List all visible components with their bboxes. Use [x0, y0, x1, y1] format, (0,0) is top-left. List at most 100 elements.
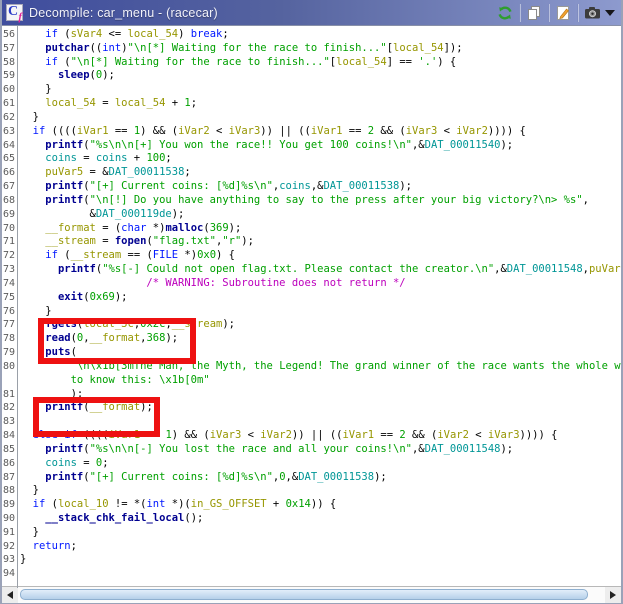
decompiler-code-panel: 56 if (sVar4 <= local_54) break;57 putch…	[2, 26, 621, 588]
line-number: 57	[2, 42, 17, 56]
line-number: 90	[2, 512, 17, 526]
line-number	[2, 374, 17, 388]
line-number: 75	[2, 291, 17, 305]
line-number: 82	[2, 401, 17, 415]
code-line[interactable]: 92 return;	[2, 540, 621, 554]
line-number: 76	[2, 305, 17, 319]
code-line[interactable]: 56 if (sVar4 <= local_54) break;	[2, 28, 621, 42]
snapshot-menu-button[interactable]	[603, 3, 617, 23]
code-line[interactable]: 68 printf("\n[!] Do you have anything to…	[2, 194, 621, 208]
line-number: 88	[2, 484, 17, 498]
copy-icon	[526, 5, 542, 21]
code-line[interactable]: 71 __stream = fopen("flag.txt","r");	[2, 235, 621, 249]
code-line[interactable]: 84 else if ((((iVar1 == 1) && (iVar3 < i…	[2, 429, 621, 443]
code-line[interactable]: 72 if (__stream == (FILE *)0x0) {	[2, 249, 621, 263]
camera-icon	[584, 5, 601, 21]
code-line[interactable]: 87 printf("[+] Current coins: [%d]%s\n",…	[2, 471, 621, 485]
line-number: 65	[2, 152, 17, 166]
toolbar-separator	[577, 4, 578, 22]
code-line[interactable]: 90 __stack_chk_fail_local();	[2, 512, 621, 526]
refresh-button[interactable]	[494, 3, 516, 23]
toolbar-separator	[548, 4, 549, 22]
line-number: 85	[2, 443, 17, 457]
code-line[interactable]: to know this: \x1b[0m"	[2, 374, 621, 388]
code-line[interactable]: 60 }	[2, 83, 621, 97]
code-line[interactable]: 78 read(0,__format,368);	[2, 332, 621, 346]
edit-icon	[555, 5, 571, 21]
line-number: 72	[2, 249, 17, 263]
line-number: 66	[2, 166, 17, 180]
code-line[interactable]: 89 if (local_10 != *(int *)(in_GS_OFFSET…	[2, 498, 621, 512]
code-line[interactable]: 79 puts(	[2, 346, 621, 360]
copy-button[interactable]	[523, 3, 545, 23]
code-line[interactable]: 82 printf(__format);	[2, 401, 621, 415]
line-number: 86	[2, 457, 17, 471]
code-line[interactable]: 74 /* WARNING: Subroutine does not retur…	[2, 277, 621, 291]
line-number: 83	[2, 415, 17, 429]
code-line[interactable]: 57 putchar((int)"\n[*] Waiting for the r…	[2, 42, 621, 56]
menu-caret-icon	[605, 10, 615, 16]
code-line[interactable]: 63 if ((((iVar1 == 1) && (iVar2 < iVar3)…	[2, 125, 621, 139]
scroll-left-icon	[7, 591, 13, 599]
decompile-window: Cf Decompile: car_menu - (racecar)	[0, 0, 623, 604]
code-line[interactable]: 61 local_54 = local_54 + 1;	[2, 97, 621, 111]
code-line[interactable]: 88 }	[2, 484, 621, 498]
line-number: 58	[2, 56, 17, 70]
line-number: 64	[2, 139, 17, 153]
code-line[interactable]: 76 }	[2, 305, 621, 319]
code-line[interactable]: 75 exit(0x69);	[2, 291, 621, 305]
scroll-right-icon	[610, 591, 616, 599]
code-line[interactable]: 58 if ("\n[*] Waiting for the race to fi…	[2, 56, 621, 70]
decompiler-icon: Cf	[6, 4, 23, 21]
line-number: 84	[2, 429, 17, 443]
scroll-left-button[interactable]	[2, 587, 18, 603]
code-line[interactable]: 91 }	[2, 526, 621, 540]
code-line[interactable]: 67 printf("[+] Current coins: [%d]%s\n",…	[2, 180, 621, 194]
line-number: 77	[2, 318, 17, 332]
line-number: 89	[2, 498, 17, 512]
code-line[interactable]: 70 __format = (char *)malloc(369);	[2, 222, 621, 236]
line-number: 60	[2, 83, 17, 97]
line-number: 63	[2, 125, 17, 139]
title-bar[interactable]: Cf Decompile: car_menu - (racecar)	[2, 0, 621, 26]
line-number: 73	[2, 263, 17, 277]
scrollbar-track[interactable]	[18, 587, 605, 603]
code-line[interactable]: 62 }	[2, 111, 621, 125]
code-line[interactable]: 83 }	[2, 415, 621, 429]
line-number: 67	[2, 180, 17, 194]
code-line[interactable]: 85 printf("%s\n\n[-] You lost the race a…	[2, 443, 621, 457]
window-title: Decompile: car_menu - (racecar)	[29, 6, 218, 20]
code-line[interactable]: 81 );	[2, 388, 621, 402]
line-number: 92	[2, 540, 17, 554]
refresh-icon	[497, 5, 513, 21]
code-line[interactable]: 93}	[2, 553, 621, 567]
line-number: 79	[2, 346, 17, 360]
code-line[interactable]: 77 fgets(local_3c,0x2c,__stream);	[2, 318, 621, 332]
line-number: 59	[2, 69, 17, 83]
line-number: 93	[2, 553, 17, 567]
line-number: 69	[2, 208, 17, 222]
code-line[interactable]: 65 coins = coins + 100;	[2, 152, 621, 166]
line-number: 68	[2, 194, 17, 208]
code-line[interactable]: 86 coins = 0;	[2, 457, 621, 471]
code-rows: 56 if (sVar4 <= local_54) break;57 putch…	[2, 26, 621, 581]
code-line[interactable]: 59 sleep(0);	[2, 69, 621, 83]
scrollbar-thumb[interactable]	[20, 589, 588, 600]
line-number: 91	[2, 526, 17, 540]
code-line[interactable]: 94	[2, 567, 621, 581]
edit-button[interactable]	[552, 3, 574, 23]
toolbar-separator	[519, 4, 520, 22]
code-line[interactable]: 64 printf("%s\n\n[+] You won the race!! …	[2, 139, 621, 153]
code-line[interactable]: 80 "\n\x1b[3mThe Man, the Myth, the Lege…	[2, 360, 621, 374]
line-number: 74	[2, 277, 17, 291]
horizontal-scrollbar[interactable]	[2, 586, 621, 602]
gutter-divider	[17, 26, 18, 588]
line-number: 78	[2, 332, 17, 346]
code-line[interactable]: 69 &DAT_000119de);	[2, 208, 621, 222]
code-line[interactable]: 73 printf("%s[-] Could not open flag.txt…	[2, 263, 621, 277]
scroll-right-button[interactable]	[605, 587, 621, 603]
snapshot-button[interactable]	[581, 3, 603, 23]
line-number: 62	[2, 111, 17, 125]
code-line[interactable]: 66 puVar5 = &DAT_00011538;	[2, 166, 621, 180]
line-number: 81	[2, 388, 17, 402]
